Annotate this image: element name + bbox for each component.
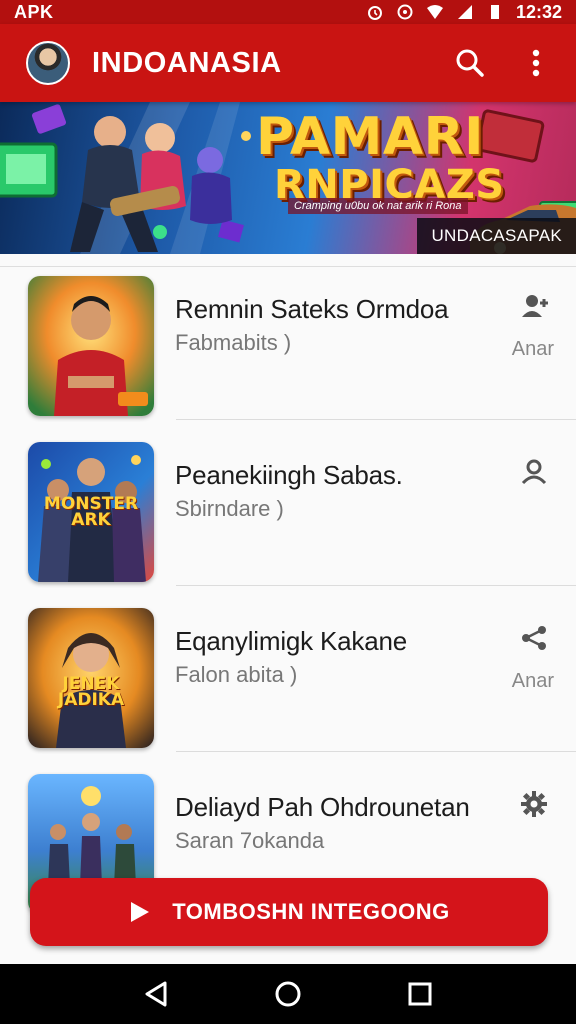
- recents-icon: [408, 982, 432, 1006]
- app-list: Remnin Sateks Ormdoa Fabmabits ) Anar MO…: [0, 254, 576, 964]
- banner-title: PAMARI RNPICAZS: [256, 111, 505, 210]
- cta-label: TOMBOSHN INTEGOONG: [172, 899, 450, 924]
- item-subtitle: Sbirndare ): [175, 496, 284, 521]
- home-icon: [275, 981, 301, 1007]
- back-icon: [145, 981, 167, 1007]
- item-thumbnail: [28, 276, 154, 416]
- share-icon: [522, 626, 546, 650]
- list-item[interactable]: Remnin Sateks Ormdoa Fabmabits ) Anar: [0, 254, 576, 420]
- banner-title-line1: PAMARI: [256, 107, 484, 167]
- item-subtitle: Saran 7okanda: [175, 828, 325, 853]
- back-button[interactable]: [136, 974, 176, 1014]
- item-thumbnail-text: MONSTER ARK: [43, 494, 139, 530]
- app-actions: [452, 45, 554, 81]
- list-item[interactable]: MONSTER ARK Peanekiingh Sabas. Sbirndare…: [0, 420, 576, 586]
- recents-button[interactable]: [400, 974, 440, 1014]
- item-thumbnail-text: JENEK JADIKA: [57, 674, 125, 710]
- banner-badge: UNDACASAPAK: [417, 218, 576, 254]
- hero-banner[interactable]: PAMARI RNPICAZS Cramping u0bu ok nat ari…: [0, 102, 576, 254]
- signal-icon: [457, 5, 472, 19]
- avatar[interactable]: [26, 41, 70, 85]
- item-thumbnail-art: [28, 276, 154, 416]
- item-thumbnail: MONSTER ARK: [28, 442, 154, 582]
- clock-icon: [397, 4, 413, 20]
- item-title: Eqanylimigk Kakane: [175, 626, 407, 656]
- app-screen: APK 12:32 INDOANASIA PAMARI RNPICAZS Cra…: [0, 0, 576, 1024]
- app-bar: INDOANASIA: [0, 24, 576, 102]
- user-icon: [521, 459, 547, 485]
- system-nav-bar: [0, 964, 576, 1024]
- item-meta: Anar: [511, 670, 554, 692]
- status-time: 12:32: [515, 1, 562, 22]
- app-title: INDOANASIA: [92, 46, 282, 79]
- home-button[interactable]: [268, 974, 308, 1014]
- user-add-icon: [522, 295, 548, 317]
- item-meta: Anar: [511, 338, 554, 360]
- battery-icon: [490, 5, 499, 19]
- play-icon: [131, 902, 150, 922]
- status-label: APK: [14, 1, 54, 22]
- alarm-icon: [367, 6, 382, 20]
- item-action-button[interactable]: [514, 286, 554, 326]
- primary-cta-button[interactable]: TOMBOSHN INTEGOONG: [30, 878, 548, 946]
- item-subtitle: Falon abita ): [175, 662, 298, 687]
- more-vertical-icon: [532, 49, 540, 77]
- status-icons: 12:32: [366, 2, 562, 23]
- search-button[interactable]: [452, 45, 488, 81]
- item-title: Peanekiingh Sabas.: [175, 460, 403, 490]
- item-action-button[interactable]: [514, 452, 554, 492]
- status-bar: APK 12:32: [0, 0, 576, 24]
- item-action-button[interactable]: [514, 618, 554, 658]
- banner-subline: Cramping u0bu ok nat arik ri Rona: [288, 198, 468, 214]
- gear-icon: [521, 791, 547, 817]
- search-icon: [456, 49, 484, 77]
- item-title: Remnin Sateks Ormdoa: [175, 294, 449, 324]
- item-subtitle: Fabmabits ): [175, 330, 292, 355]
- item-action-button[interactable]: [514, 784, 554, 824]
- wifi-icon: [426, 5, 443, 19]
- item-title: Deliayd Pah Ohdrounetan: [175, 792, 470, 822]
- item-thumbnail: JENEK JADIKA: [28, 608, 154, 748]
- list-item[interactable]: JENEK JADIKA Eqanylimigk Kakane Falon ab…: [0, 586, 576, 752]
- overflow-menu-button[interactable]: [518, 45, 554, 81]
